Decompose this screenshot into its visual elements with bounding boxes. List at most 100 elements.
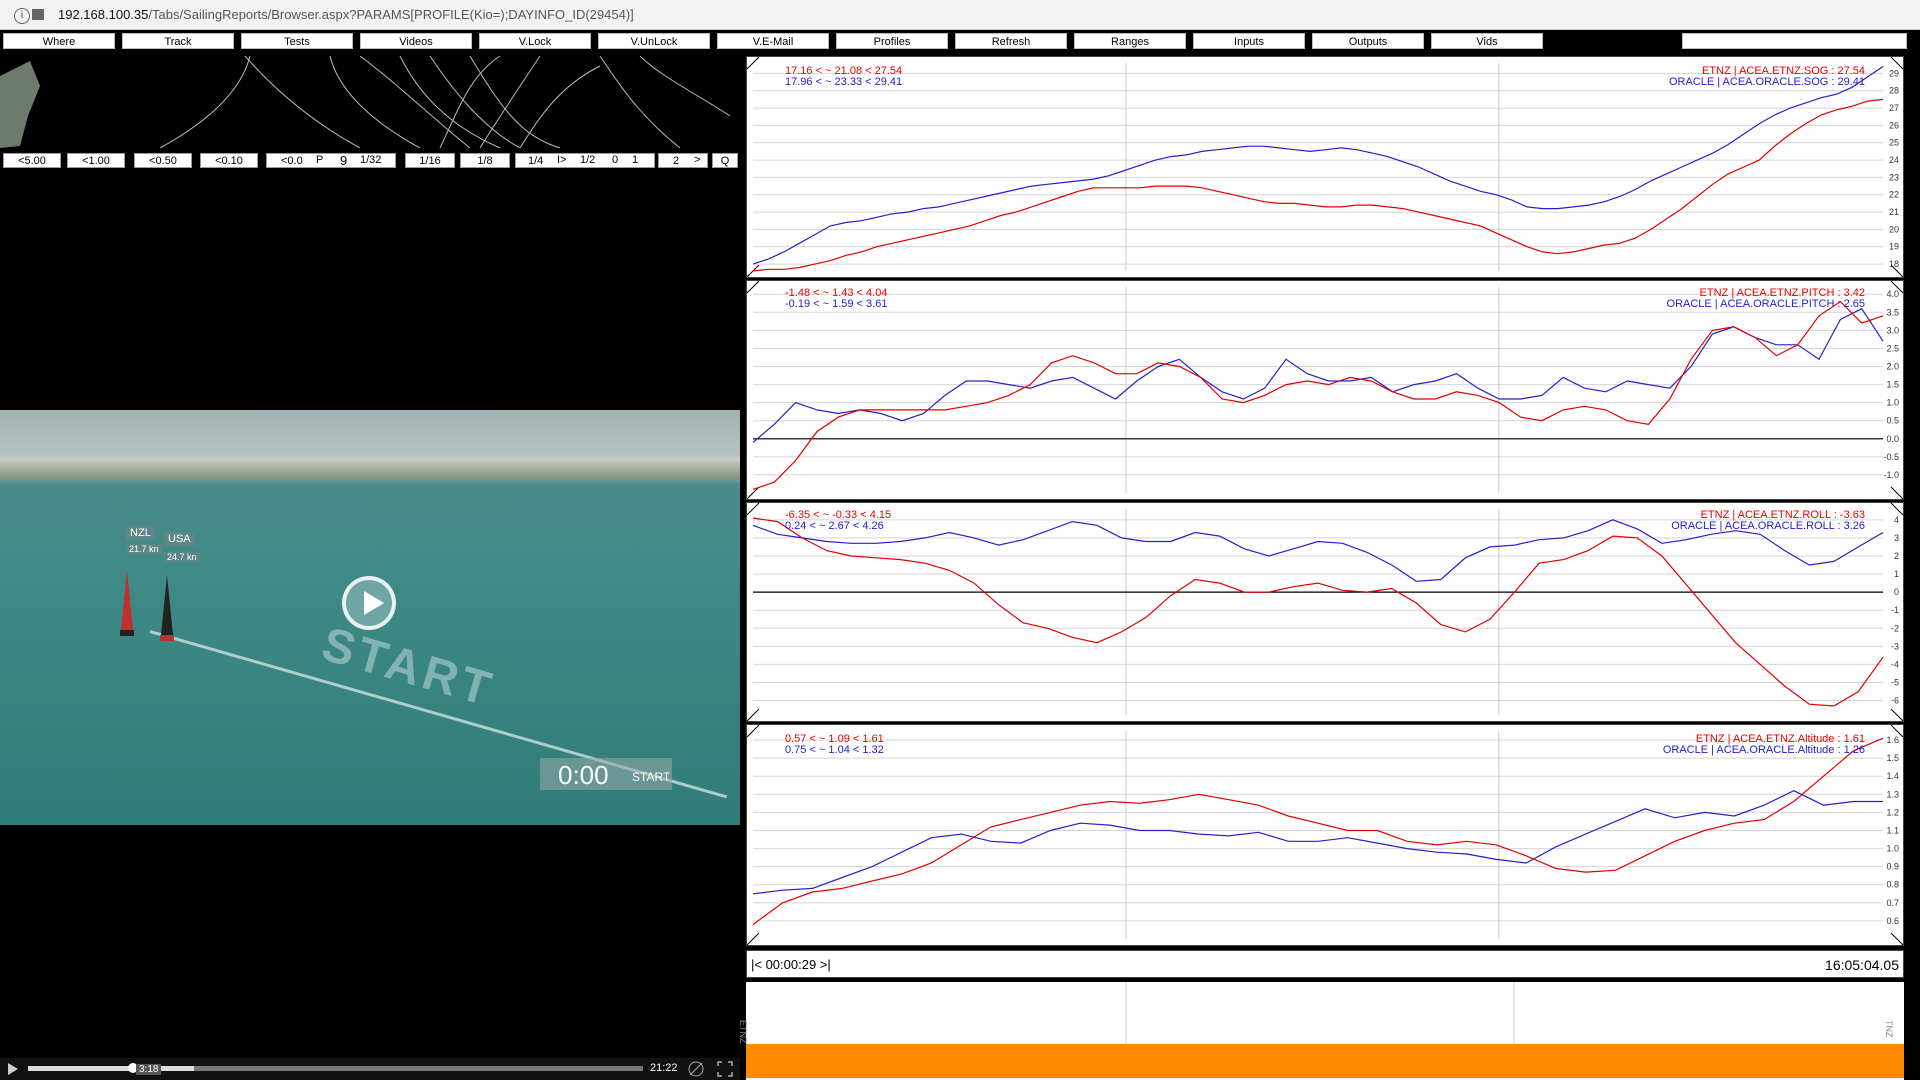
chart-panel-pitch[interactable]: 4.0 3.5 3.0 2.5 2.0 1.5 1.0 0.5 0.0 -0.5 -1.0 -1.4… [746, 280, 1904, 500]
time-range-label[interactable]: |< 00:00:29 >| [751, 957, 831, 972]
etnz-series-line [752, 737, 1884, 925]
speed-label-9[interactable]: 9 [340, 153, 347, 168]
time-navigator[interactable]: |< 00:00:29 >| 16:05:04.05 [746, 950, 1904, 978]
video-duration: 21:22 [650, 1062, 678, 1074]
speed-button-0-1[interactable]: <0.10 [200, 153, 258, 168]
corner-mark [746, 502, 760, 516]
y-tick-label: 2 [1894, 551, 1899, 561]
corner-mark [746, 280, 760, 294]
speed-label-next[interactable]: > [694, 153, 700, 168]
timeline-grid [1125, 982, 1515, 1044]
mute-icon[interactable] [687, 1061, 705, 1077]
speed-label-1[interactable]: 1 [632, 153, 638, 168]
y-tick-label: 1.1 [1886, 825, 1899, 835]
speed-button-1-32[interactable]: 1/32 [360, 153, 381, 168]
toolbar-blank-field[interactable] [1682, 33, 1907, 49]
speed-button-2[interactable]: 2 [658, 153, 708, 168]
y-tick-label: 1.3 [1886, 789, 1899, 799]
toolbar-button-refresh[interactable]: Refresh [955, 33, 1067, 49]
speed-button-1-2[interactable]: 1/2 [580, 153, 595, 168]
y-tick-label: 2.0 [1886, 362, 1899, 372]
y-tick-label: 2.5 [1886, 343, 1899, 353]
sog-chart: 292827262524232221201918 [746, 56, 1904, 278]
corner-mark [746, 932, 760, 946]
info-icon[interactable]: i [14, 8, 30, 24]
speed-button-5[interactable]: <5.00 [3, 153, 61, 168]
corner-mark [1890, 486, 1904, 500]
timeline-right-label: TNZ [1884, 1020, 1894, 1038]
y-tick-label: 29 [1889, 68, 1899, 78]
speed-button-1[interactable]: <1.00 [67, 153, 125, 168]
y-tick-label: 1.0 [1886, 398, 1899, 408]
race-clock-time: 0:00 [558, 760, 609, 790]
y-tick-label: 0.6 [1886, 916, 1899, 926]
altitude-oracle-stats: 0.75 < ~ 1.04 < 1.32 [785, 744, 884, 756]
y-tick-label: -0.5 [1883, 452, 1899, 462]
toolbar-button-videos[interactable]: Videos [360, 33, 472, 49]
speed-label-play[interactable]: I> [557, 153, 566, 168]
oracle-series-line [752, 66, 1884, 265]
speed-label-0[interactable]: 0 [612, 153, 618, 168]
toolbar-button-outputs[interactable]: Outputs [1312, 33, 1424, 49]
speed-button-1-16[interactable]: 1/16 [405, 153, 455, 168]
pitch-oracle-legend: ORACLE | ACEA.ORACLE.PITCH : 2.65 [1666, 298, 1865, 310]
island-shape [0, 61, 40, 148]
chart-panel-sog[interactable]: 29 28 27 26 25 24 23 22 21 20 19 18 17.16 < ~ 21.08… [746, 56, 1904, 278]
race-clock: 0:00 START [540, 758, 672, 790]
speed-button-0-5[interactable]: <0.50 [134, 153, 192, 168]
main-toolbar: Where Track Tests Videos V.Lock V.UnLock… [0, 30, 1920, 52]
toolbar-button-profiles[interactable]: Profiles [836, 33, 948, 49]
track-map[interactable] [0, 55, 740, 149]
boat-nzl [120, 570, 134, 640]
speed-label-p[interactable]: P [316, 153, 323, 168]
play-icon[interactable] [6, 1062, 20, 1076]
y-tick-label: 1.6 [1886, 735, 1899, 745]
toolbar-button-vlock[interactable]: V.Lock [479, 33, 591, 49]
toolbar-button-vids[interactable]: Vids [1431, 33, 1543, 49]
corner-mark [1890, 708, 1904, 722]
y-tick-label: 3.0 [1886, 325, 1899, 335]
toolbar-button-vunlock[interactable]: V.UnLock [598, 33, 710, 49]
pitch-oracle-stats: -0.19 < ~ 1.59 < 3.61 [785, 298, 888, 310]
sog-oracle-legend: ORACLE | ACEA.ORACLE.SOG : 29.41 [1668, 76, 1865, 88]
y-tick-label: 20 [1889, 224, 1899, 234]
timeline-left-label: ETNZ [738, 1020, 748, 1044]
sog-oracle-stats: 17.96 < ~ 23.33 < 29.41 [785, 76, 903, 88]
video-progress[interactable]: 3:18 [28, 1063, 643, 1075]
y-tick-label: 1.0 [1886, 844, 1899, 854]
address-bar[interactable]: i 192.168.100.35/Tabs/SailingReports/Bro… [0, 0, 1920, 30]
toolbar-button-track[interactable]: Track [122, 33, 234, 49]
track-lines [159, 55, 731, 149]
timeline-range-bar[interactable] [746, 1044, 1904, 1078]
speed-button-1-8[interactable]: 1/8 [460, 153, 510, 168]
boat-usa [160, 575, 174, 645]
y-tick-label: 28 [1889, 86, 1899, 96]
chart-panel-altitude[interactable]: 1.6 1.5 1.4 1.3 1.2 1.1 1.0 0.9 0.8 0.7 0.6 0.57 <… [746, 724, 1904, 946]
y-tick-label: -2 [1891, 623, 1899, 633]
video-controls: 3:18 21:22 [0, 1058, 740, 1080]
video-progress-fill [28, 1066, 194, 1071]
y-tick-label: 19 [1889, 242, 1899, 252]
toolbar-button-ranges[interactable]: Ranges [1074, 33, 1186, 49]
toolbar-button-vemail[interactable]: V.E-Mail [717, 33, 829, 49]
y-tick-label: -1 [1891, 605, 1899, 615]
url-text[interactable]: 192.168.100.35/Tabs/SailingReports/Brows… [58, 7, 634, 22]
fullscreen-icon[interactable] [717, 1061, 733, 1077]
y-tick-label: 25 [1889, 138, 1899, 148]
boat-dist-usa: 24.7 kn [164, 552, 200, 562]
speed-button-q[interactable]: Q [712, 153, 738, 168]
altitude-oracle-legend: ORACLE | ACEA.ORACLE.Altitude : 1.26 [1662, 744, 1865, 756]
play-button[interactable] [342, 576, 396, 630]
toolbar-button-inputs[interactable]: Inputs [1193, 33, 1305, 49]
current-timestamp: 16:05:04.05 [1825, 957, 1899, 973]
chart-panel-roll[interactable]: 4 3 2 1 0 -1 -2 -3 -4 -5 -6 -6.35 < ~ -0.33 < 4.15… [746, 502, 1904, 722]
y-tick-label: 0.9 [1886, 862, 1899, 872]
toolbar-button-where[interactable]: Where [3, 33, 115, 49]
corner-mark [1890, 932, 1904, 946]
roll-oracle-legend: ORACLE | ACEA.ORACLE.ROLL : 3.26 [1671, 520, 1865, 532]
corner-mark [1890, 56, 1904, 70]
oracle-series-line [752, 790, 1883, 895]
video-player[interactable]: START NZL 21.7 kn USA 24.7 kn 0:00 START [0, 410, 740, 825]
timeline-panel[interactable]: ETNZ TNZ [738, 982, 1904, 1080]
toolbar-button-tests[interactable]: Tests [241, 33, 353, 49]
